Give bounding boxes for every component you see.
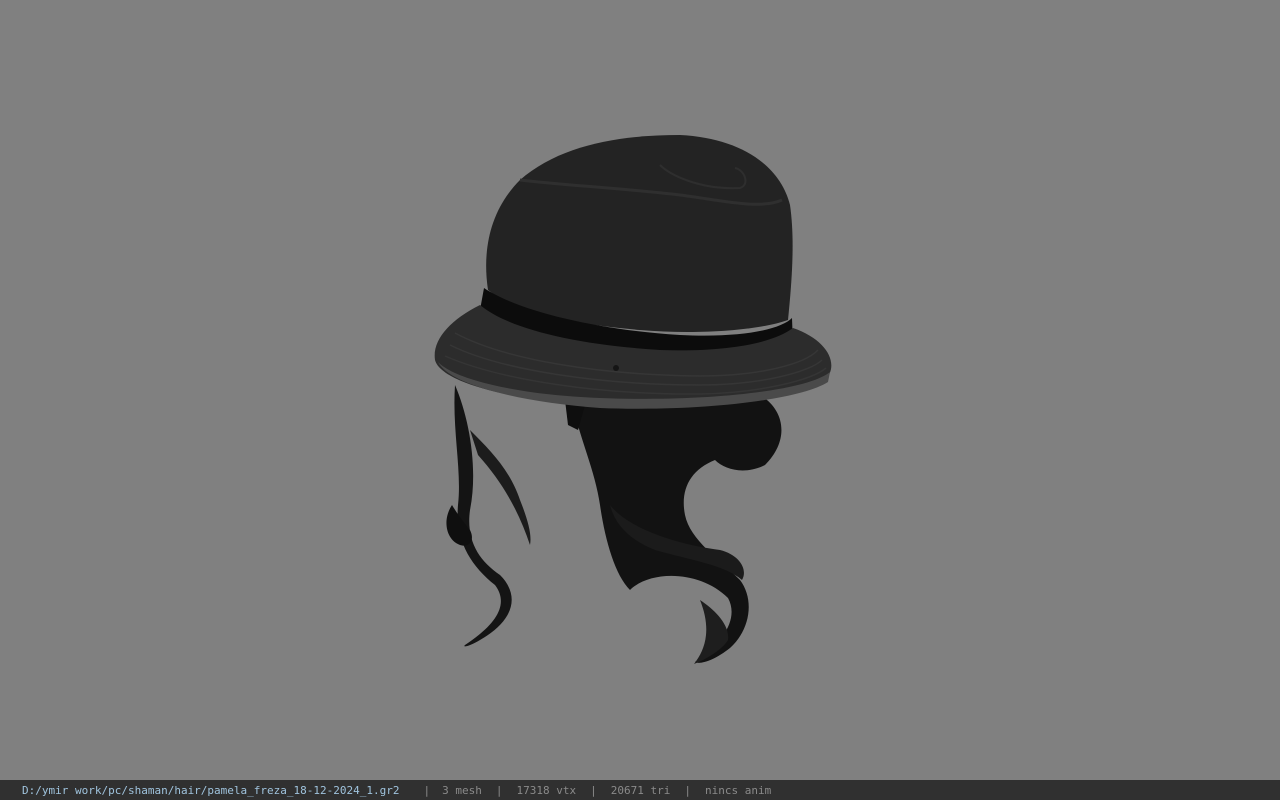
model-render [434,135,832,664]
status-triangle-count: 20671 tri [610,783,671,797]
status-separator: | [423,783,431,797]
status-separator: | [684,783,691,797]
status-file-path: D:/ymir work/pc/shaman/hair/pamela_freza… [22,783,400,797]
3d-viewport[interactable] [0,0,1280,780]
status-bar: D:/ymir work/pc/shaman/hair/pamela_freza… [0,780,1280,800]
status-mesh-count: 3 mesh [442,783,482,797]
hair-left-strands [446,385,531,647]
status-separator: | [495,783,503,797]
status-vertex-count: 17318 vtx [516,783,577,797]
hat-crown [480,135,793,354]
hair-right-mass [565,391,782,664]
status-animation: nincs anim [704,783,772,797]
status-separator: | [590,783,597,797]
